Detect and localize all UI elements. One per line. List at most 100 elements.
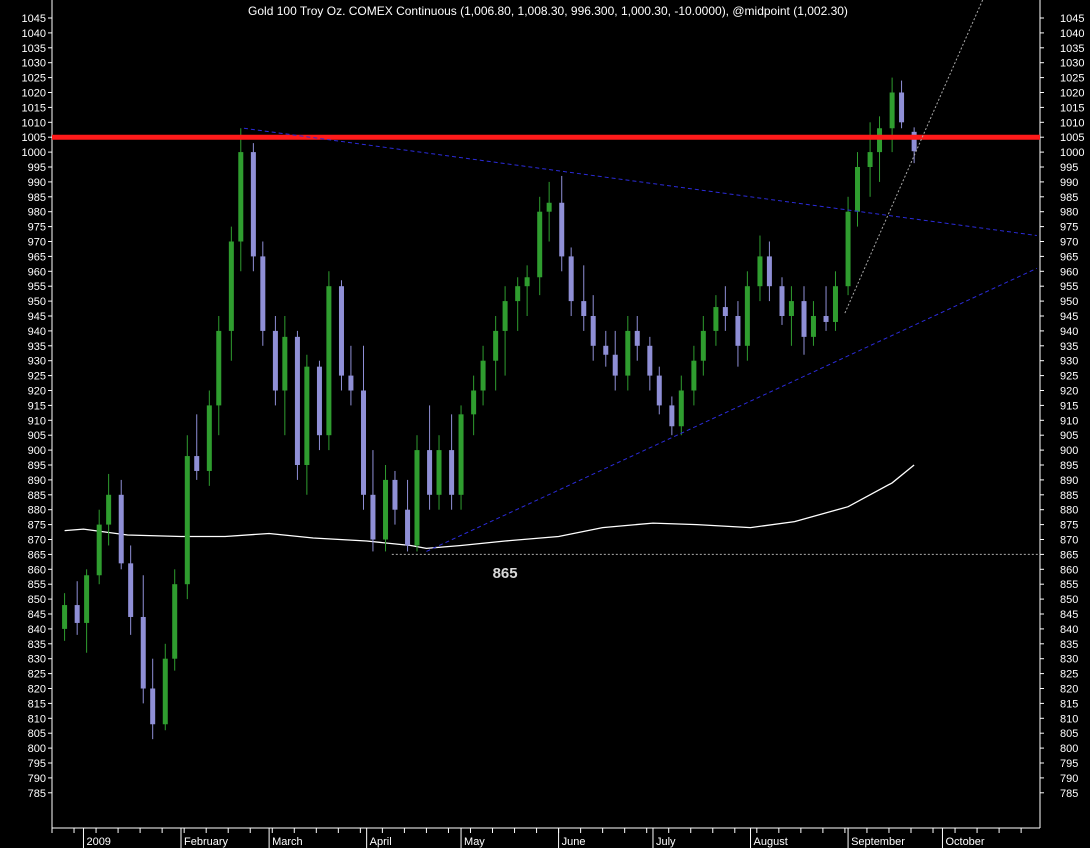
y-tick-label-right: 850 <box>1060 594 1078 606</box>
candle-body <box>414 450 420 546</box>
y-tick-label-left: 955 <box>28 281 46 293</box>
candle-body <box>493 330 499 361</box>
candle-body <box>304 366 310 465</box>
candle-body <box>899 92 905 123</box>
y-tick-label-left: 935 <box>28 341 46 353</box>
y-tick-label-right: 925 <box>1060 371 1078 383</box>
x-tick-label: September <box>851 836 905 848</box>
y-tick-label-right: 1005 <box>1060 132 1084 144</box>
y-tick-label-right: 995 <box>1060 162 1078 174</box>
y-tick-label-left: 995 <box>28 162 46 174</box>
candle-body <box>140 616 146 689</box>
y-tick-label-right: 870 <box>1060 535 1078 547</box>
annotation-label: 865 <box>493 565 518 582</box>
candle-body <box>316 366 322 436</box>
y-tick-label-right: 865 <box>1060 549 1078 561</box>
y-tick-label-right: 940 <box>1060 326 1078 338</box>
candle-body <box>845 211 851 287</box>
candle-body <box>436 450 442 495</box>
y-tick-label-left: 940 <box>28 326 46 338</box>
y-tick-label-right: 975 <box>1060 222 1078 234</box>
candle-body <box>625 330 631 376</box>
y-tick-label-left: 890 <box>28 475 46 487</box>
y-tick-label-left: 950 <box>28 296 46 308</box>
y-tick-label-left: 880 <box>28 505 46 517</box>
y-tick-label-right: 800 <box>1060 743 1078 755</box>
candle-body <box>678 390 684 427</box>
y-tick-label-left: 1010 <box>22 117 46 129</box>
candle-body <box>722 307 728 316</box>
y-tick-label-left: 1030 <box>22 58 46 70</box>
candle-body <box>238 152 244 242</box>
y-tick-label-left: 975 <box>28 222 46 234</box>
y-tick-label-left: 1025 <box>22 73 46 85</box>
candle-body <box>788 301 794 316</box>
y-tick-label-right: 785 <box>1060 788 1078 800</box>
candle-body <box>515 286 521 302</box>
candle-body <box>162 658 168 725</box>
y-tick-label-left: 895 <box>28 460 46 472</box>
candle-body <box>757 256 763 287</box>
candle-body <box>700 330 706 361</box>
y-tick-label-right: 845 <box>1060 609 1078 621</box>
candle-body <box>392 479 398 510</box>
y-tick-label-left: 835 <box>28 639 46 651</box>
candle-body <box>801 301 807 337</box>
y-tick-label-left: 915 <box>28 400 46 412</box>
y-tick-label-right: 790 <box>1060 773 1078 785</box>
candle-body <box>272 330 278 391</box>
candle-body <box>656 375 662 406</box>
x-tick-label: July <box>656 836 676 848</box>
candle <box>184 435 190 600</box>
y-tick-label-right: 950 <box>1060 296 1078 308</box>
y-tick-label-left: 960 <box>28 266 46 278</box>
y-tick-label-right: 1010 <box>1060 117 1084 129</box>
y-tick-label-right: 835 <box>1060 639 1078 651</box>
chart-title: Gold 100 Troy Oz. COMEX Continuous (1,00… <box>248 4 848 18</box>
y-tick-label-left: 1045 <box>22 13 46 25</box>
y-tick-label-left: 830 <box>28 654 46 666</box>
y-tick-label-left: 820 <box>28 684 46 696</box>
y-tick-label-right: 935 <box>1060 341 1078 353</box>
candle-body <box>832 286 838 322</box>
y-tick-label-left: 885 <box>28 490 46 502</box>
candle-body <box>74 605 80 623</box>
candle-body <box>361 390 367 495</box>
candle-body <box>128 563 134 617</box>
candle-body <box>810 316 816 337</box>
candle-body <box>877 128 883 153</box>
candle-body <box>370 494 376 540</box>
candle-body <box>228 241 234 331</box>
y-tick-label-left: 985 <box>28 192 46 204</box>
y-tick-label-left: 905 <box>28 430 46 442</box>
y-tick-label-left: 1040 <box>22 28 46 40</box>
y-tick-label-left: 850 <box>28 594 46 606</box>
candle-body <box>590 316 596 346</box>
y-tick-label-left: 1000 <box>22 147 46 159</box>
candle-body <box>889 92 895 129</box>
candle <box>338 280 344 391</box>
y-tick-label-right: 915 <box>1060 400 1078 412</box>
y-tick-label-right: 1035 <box>1060 43 1084 55</box>
candle-body <box>867 152 873 167</box>
y-tick-label-right: 960 <box>1060 266 1078 278</box>
candle <box>260 241 266 346</box>
y-tick-label-right: 885 <box>1060 490 1078 502</box>
x-tick-label: 2009 <box>86 836 110 848</box>
candle-body <box>458 414 464 495</box>
y-tick-label-right: 920 <box>1060 386 1078 398</box>
candle-body <box>172 584 178 659</box>
y-tick-label-right: 1030 <box>1060 58 1084 70</box>
candle-body <box>823 316 829 322</box>
y-tick-label-right: 990 <box>1060 177 1078 189</box>
y-tick-label-right: 945 <box>1060 311 1078 323</box>
candle-body <box>326 286 332 436</box>
candle <box>294 330 300 480</box>
candle-body <box>744 286 750 346</box>
y-tick-label-right: 1020 <box>1060 88 1084 100</box>
candle-body <box>603 345 609 355</box>
candle-body <box>96 524 102 576</box>
candle-body <box>338 286 344 376</box>
y-tick-label-right: 815 <box>1060 698 1078 710</box>
candle-body <box>84 575 90 623</box>
